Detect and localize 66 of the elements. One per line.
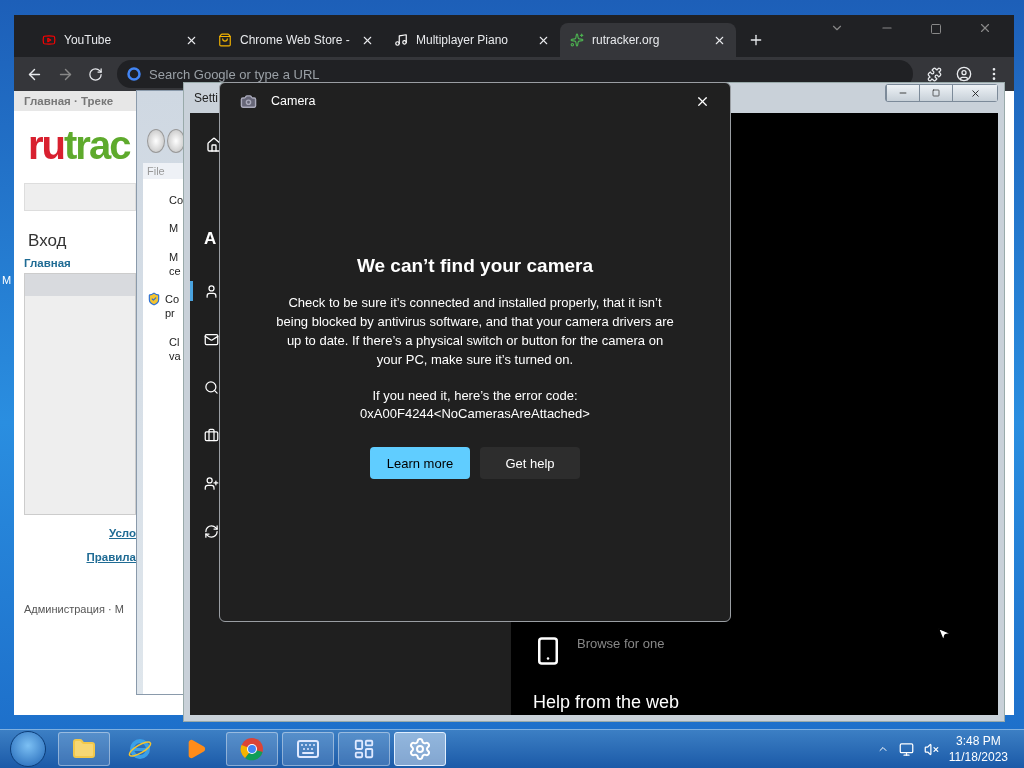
- footer-links[interactable]: Администрация · М: [24, 603, 136, 615]
- browse-link[interactable]: Browse for one: [577, 636, 665, 651]
- volume-muted-icon[interactable]: [923, 741, 939, 757]
- window-title: Setti: [194, 91, 218, 105]
- desktop-icon-label: M: [2, 274, 12, 286]
- user-icon[interactable]: [204, 283, 219, 299]
- browser-tab[interactable]: rutracker.org: [560, 23, 736, 57]
- reload-icon[interactable]: [88, 66, 103, 82]
- globe-icon: [128, 737, 152, 761]
- learn-more-button[interactable]: Learn more: [370, 447, 470, 479]
- list-item[interactable]: M: [169, 221, 179, 236]
- keyboard-icon: [296, 737, 320, 761]
- tab-title: rutracker.org: [592, 33, 661, 47]
- profile-icon[interactable]: [956, 66, 972, 82]
- home-icon[interactable]: [206, 137, 222, 153]
- get-help-button[interactable]: Get help: [480, 447, 580, 479]
- settings-icon: [408, 737, 432, 761]
- clock-time: 3:48 PM: [956, 733, 1001, 749]
- briefcase-icon[interactable]: [204, 427, 219, 443]
- section-heading: A: [204, 229, 218, 249]
- favicon-icon: [394, 33, 408, 47]
- window-title: Camera: [271, 94, 316, 108]
- clock-date: 11/18/2023: [948, 749, 1008, 765]
- list-item[interactable]: Co: [169, 193, 184, 208]
- footer-link[interactable]: Правила: [86, 551, 136, 563]
- clock[interactable]: 3:48 PM 11/18/2023: [948, 733, 1008, 765]
- footer-link[interactable]: Усло: [109, 527, 136, 539]
- list-item[interactable]: Cl va: [169, 334, 181, 364]
- favicon-icon: [42, 33, 56, 47]
- add-user-icon[interactable]: [204, 475, 219, 491]
- list-item[interactable]: M ce: [169, 249, 181, 279]
- favicon-icon: [570, 33, 584, 47]
- minimize-button[interactable]: [886, 85, 919, 101]
- new-tab-icon[interactable]: [748, 32, 764, 48]
- breadcrumb-link[interactable]: Главная: [24, 257, 136, 269]
- address-placeholder: Search Google or type a URL: [149, 66, 320, 82]
- tab-title: Chrome Web Store -: [240, 33, 351, 47]
- site-logo[interactable]: rutrac: [28, 123, 136, 169]
- shield-icon: [147, 292, 161, 307]
- maximize-icon[interactable]: [930, 23, 942, 35]
- search-icon[interactable]: [204, 379, 219, 395]
- tab-title: Multiplayer Piano: [416, 33, 510, 47]
- browser-tab[interactable]: Multiplayer Piano: [384, 23, 560, 57]
- folder-icon: [72, 737, 96, 761]
- camera-icon: [240, 92, 257, 110]
- tab-title: YouTube: [64, 33, 113, 47]
- mail-icon[interactable]: [204, 331, 219, 347]
- puzzle-icon[interactable]: [927, 66, 942, 82]
- section-heading: Help from the web: [533, 692, 681, 713]
- maximize-icon: [932, 89, 940, 97]
- error-code-text: If you need it, here’s the error code: 0xA00F4244<NoCamerasAreAttached>: [360, 387, 590, 423]
- page-heading: Вход: [28, 231, 68, 251]
- close-icon: [969, 87, 981, 99]
- favicon-icon: [218, 33, 232, 47]
- dashboard-icon: [353, 738, 375, 760]
- error-heading: We can’t find your camera: [356, 255, 594, 277]
- google-icon: [127, 67, 141, 81]
- error-message: Check to be sure it’s connected and installed properly, that it isn’t being blocked by antivirus software, and that your camera drivers are up to date. If there’s a physical switch or button for the camera on your PC, make sure it’s turned on.: [275, 294, 675, 369]
- sync-icon[interactable]: [204, 523, 219, 539]
- site-nav[interactable]: Главная · Треке: [14, 91, 136, 111]
- chrome-icon: [240, 737, 264, 761]
- browser-tab[interactable]: Chrome Web Store -: [208, 23, 384, 57]
- browser-tab[interactable]: YouTube: [32, 23, 208, 57]
- start-button[interactable]: [10, 731, 46, 767]
- network-icon[interactable]: [898, 741, 914, 757]
- list-item[interactable]: Co pr: [165, 292, 180, 321]
